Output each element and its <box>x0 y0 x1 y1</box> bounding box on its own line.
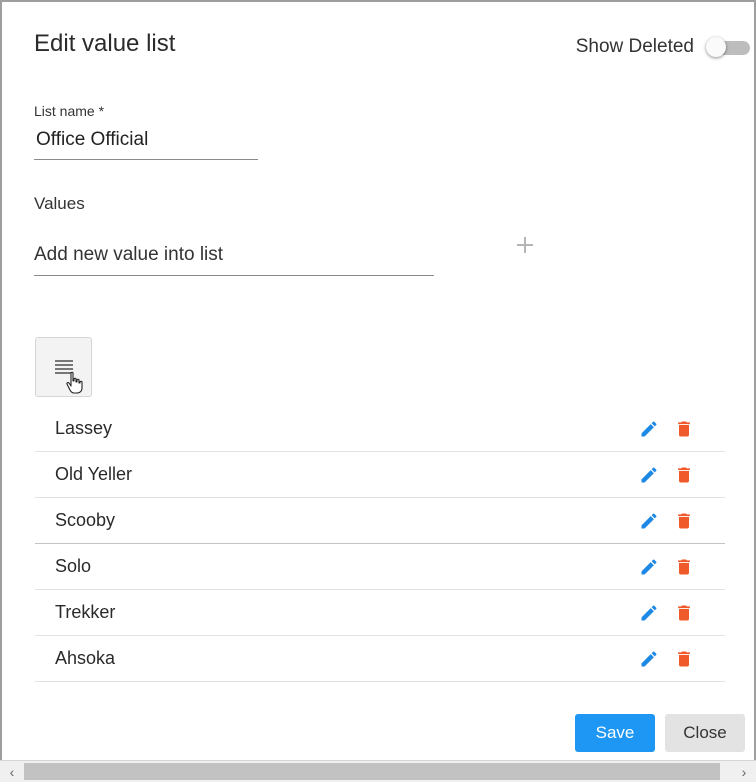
value-list: Lassey Old Yeller Scooby Solo Trekker Ah… <box>35 406 725 682</box>
list-name-label: List name * <box>34 103 105 119</box>
pencil-icon[interactable] <box>639 511 659 531</box>
dialog-title: Edit value list <box>34 30 176 57</box>
reorder-button[interactable] <box>35 337 92 397</box>
plus-icon <box>517 237 533 253</box>
pencil-icon[interactable] <box>639 603 659 623</box>
list-item-label: Ahsoka <box>55 648 116 668</box>
show-deleted-toggle-group: Show Deleted <box>576 36 750 58</box>
switch-knob[interactable] <box>706 37 726 57</box>
list-item-label: Scooby <box>55 510 116 530</box>
list-item: Old Yeller <box>35 452 725 498</box>
list-item-label: Lassey <box>55 418 113 438</box>
save-button[interactable]: Save <box>575 714 655 752</box>
horizontal-scrollbar[interactable]: ‹ › <box>0 760 756 782</box>
values-label: Values <box>34 194 85 213</box>
trash-icon[interactable] <box>674 419 694 439</box>
new-value-input[interactable] <box>34 240 434 276</box>
scrollbar-thumb[interactable] <box>24 763 720 780</box>
pencil-icon[interactable] <box>639 557 659 577</box>
pencil-icon[interactable] <box>639 465 659 485</box>
list-item: Scooby <box>35 498 725 544</box>
trash-icon[interactable] <box>674 649 694 669</box>
edit-value-list-dialog: Edit value list Show Deleted List name *… <box>0 0 756 782</box>
list-item-label: Trekker <box>55 602 116 622</box>
close-button[interactable]: Close <box>665 714 745 752</box>
pencil-icon[interactable] <box>639 419 659 439</box>
show-deleted-switch[interactable] <box>706 36 750 58</box>
list-item: Solo <box>35 544 725 590</box>
scroll-left-icon[interactable]: ‹ <box>3 764 21 780</box>
pencil-icon[interactable] <box>639 649 659 669</box>
list-item: Ahsoka <box>35 636 725 682</box>
list-item-label: Solo <box>55 556 92 576</box>
trash-icon[interactable] <box>674 557 694 577</box>
list-item: Lassey <box>35 406 725 452</box>
list-item: Trekker <box>35 590 725 636</box>
show-deleted-label: Show Deleted <box>575 36 694 57</box>
list-name-input[interactable] <box>34 126 258 160</box>
add-value-button[interactable] <box>512 234 538 260</box>
trash-icon[interactable] <box>674 465 694 485</box>
trash-icon[interactable] <box>674 603 694 623</box>
list-item-label: Old Yeller <box>55 464 133 484</box>
hand-pointer-icon <box>66 371 83 394</box>
trash-icon[interactable] <box>674 511 694 531</box>
scroll-right-icon[interactable]: › <box>735 764 753 780</box>
